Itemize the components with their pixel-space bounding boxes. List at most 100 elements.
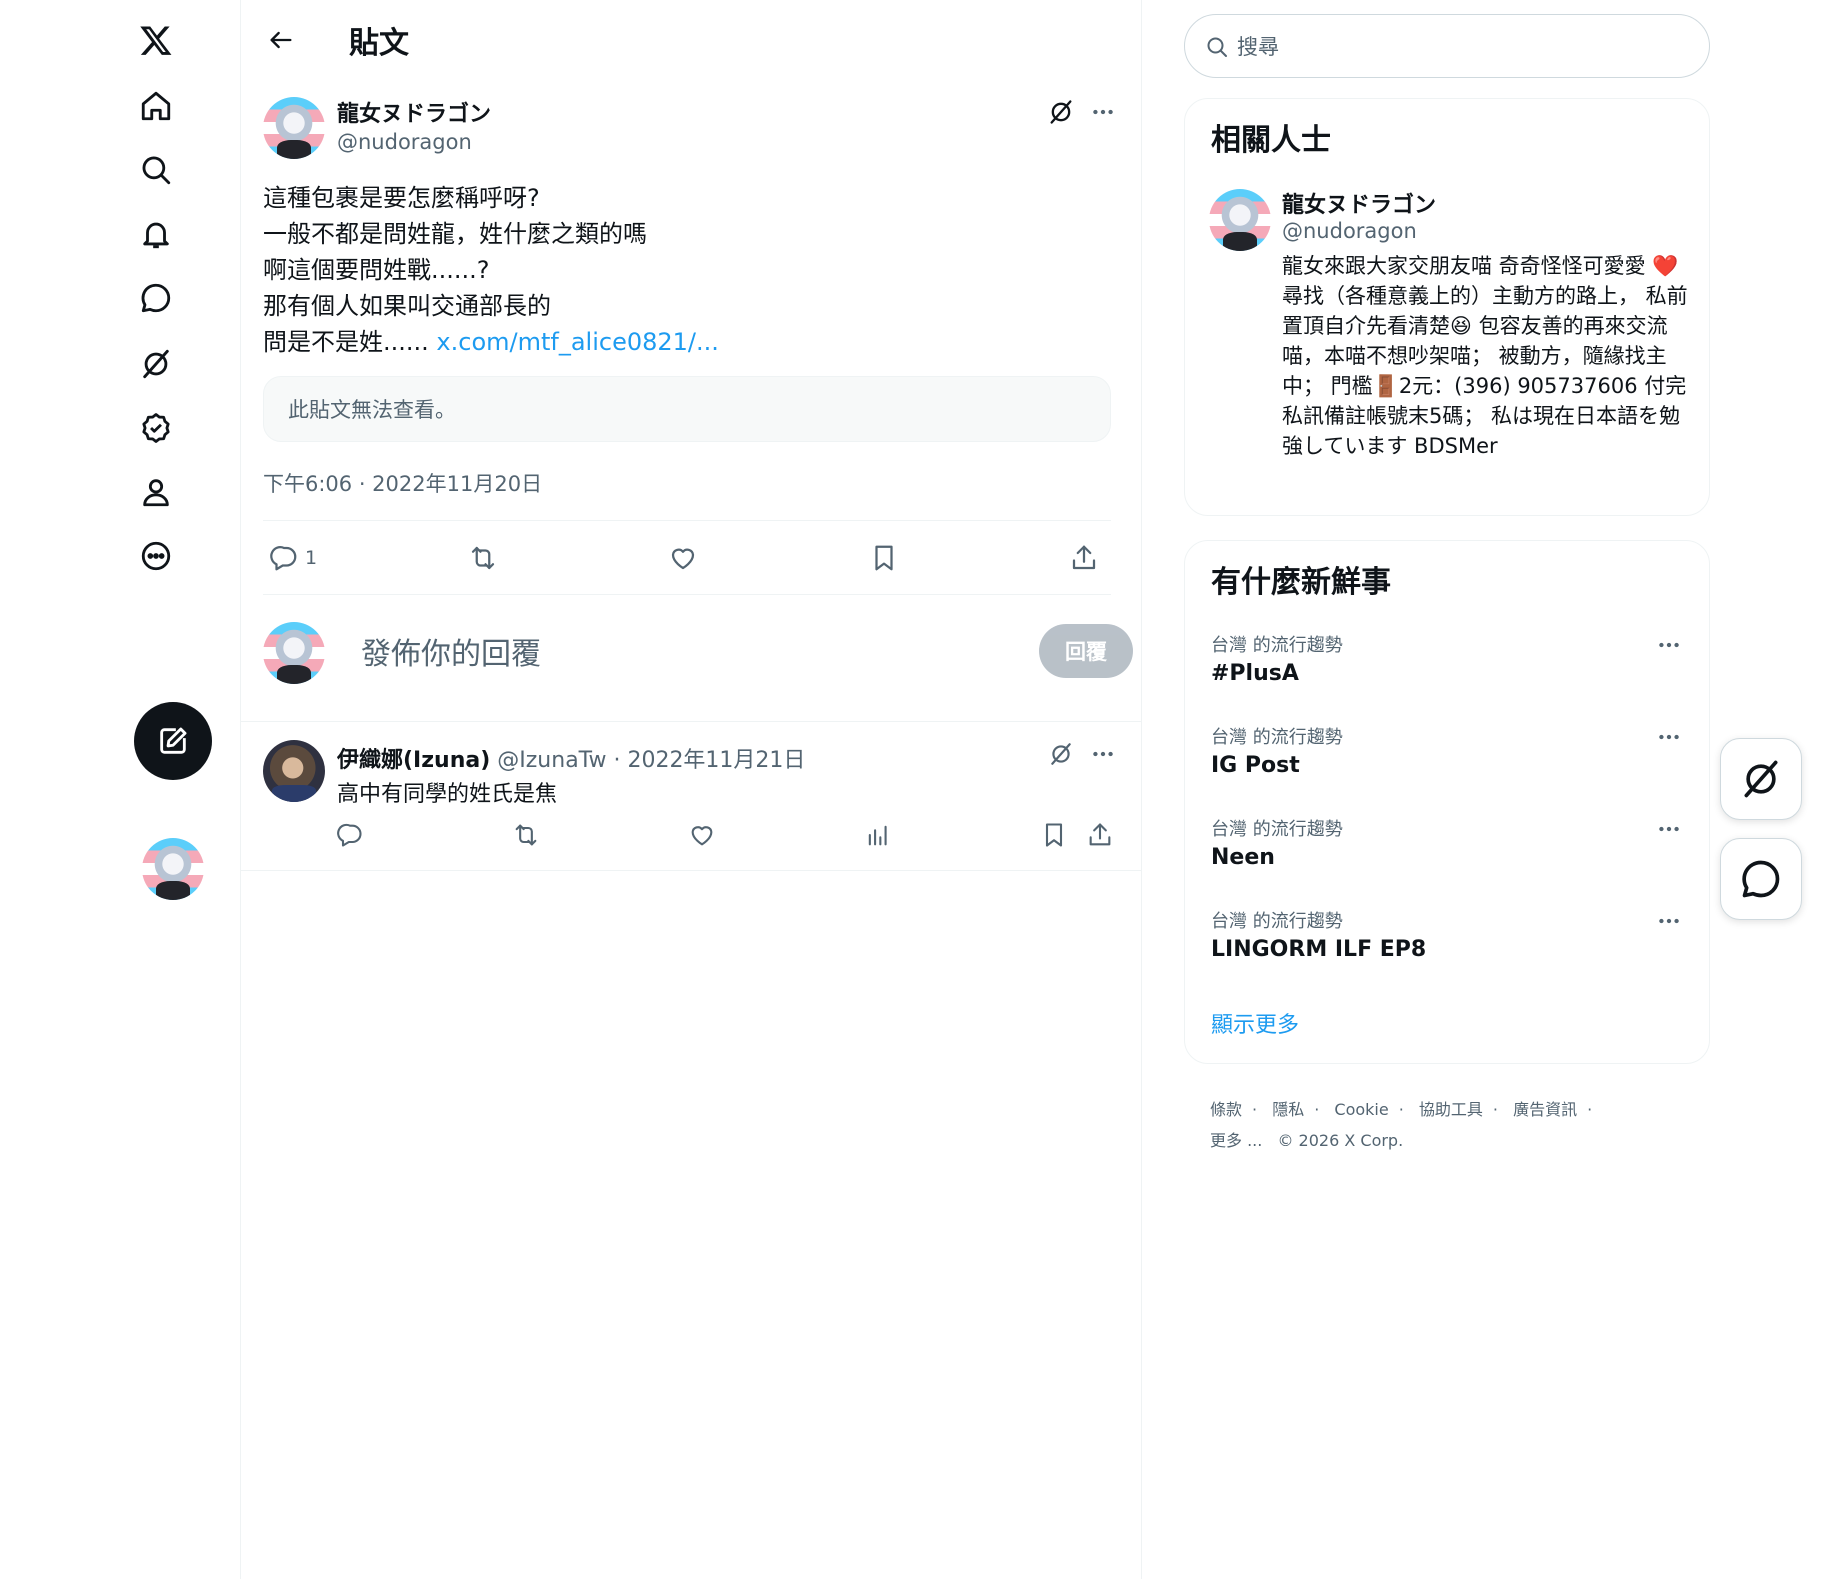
footer-link-ads-info[interactable]: 廣告資訊 [1513,1100,1577,1119]
trends-card: 有什麼新鮮事 台灣 的流行趨勢 #PlusA 台灣 的流行趨勢 IG Post … [1184,540,1710,1064]
grok-float-button[interactable] [1720,738,1802,820]
trend-meta: 台灣 的流行趨勢 [1211,819,1343,840]
trends-title: 有什麼新鮮事 [1211,565,1391,600]
divider [263,520,1111,521]
reply-text: 高中有同學的姓氏是焦 [337,782,558,807]
divider [263,594,1111,595]
reply-count: 1 [305,547,318,569]
search-input[interactable] [1235,27,1679,67]
bookmark-button[interactable] [869,540,899,576]
verified-badge-icon[interactable] [130,402,182,454]
footer-link-cookie[interactable]: Cookie [1334,1100,1388,1119]
search-icon [1207,37,1227,57]
footer: 條款 · 隱私 · Cookie · 協助工具 · 廣告資訊 · 更多 ... © 202… [1210,1100,1593,1150]
more-options-icon[interactable] [1653,907,1685,935]
bookmark-icon[interactable] [1037,818,1071,852]
share-icon [1072,545,1096,570]
topbar: 貼文 [241,0,1141,80]
trend-meta: 台灣 的流行趨勢 [1211,727,1343,748]
related-people-card: 相關人士 龍女ヌドラゴン @nudoragon 龍女來跟大家交朋友喵 奇奇怪怪可… [1184,98,1710,516]
search-box[interactable] [1184,14,1710,78]
chat-bubble-icon[interactable] [130,272,182,324]
footer-link-more[interactable]: 更多 ... [1210,1131,1262,1150]
trend-meta: 台灣 的流行趨勢 [1211,635,1343,656]
page-title: 貼文 [349,26,409,61]
repost-icon[interactable] [509,818,543,852]
trend-item[interactable]: 台灣 的流行趨勢 Neen [1211,815,1685,899]
profile-icon[interactable] [130,466,182,518]
grok-icon[interactable] [130,338,182,390]
more-options-icon[interactable] [1653,723,1685,751]
reply-icon[interactable] [333,818,367,852]
repost-button[interactable] [468,540,498,576]
author-name[interactable]: 龍女ヌドラゴン [337,96,491,128]
messages-float-button[interactable] [1720,838,1802,920]
footer-link-accessibility[interactable]: 協助工具 [1419,1100,1483,1119]
author-avatar[interactable] [263,97,325,159]
more-options-icon[interactable] [1653,815,1685,843]
more-circle-icon[interactable] [130,530,182,582]
post-line: 一般不都是問姓龍，姓什麼之類的嗎 [263,220,647,248]
post-link[interactable]: x.com/mtf_alice0821/... [436,328,718,356]
post-timestamp[interactable]: 下午6:06 · 2022年11月20日 [263,468,542,498]
reply-author-avatar[interactable] [263,740,325,802]
post-actions: 1 [263,530,1123,586]
trend-name: IG Post [1211,753,1300,778]
post-line: 這種包裹是要怎麼稱呼呀? [263,184,540,212]
trend-name: #PlusA [1211,661,1299,686]
more-options-icon[interactable] [1087,96,1119,128]
divider [241,870,1141,871]
heart-icon[interactable] [685,818,719,852]
show-more-link[interactable]: 顯示更多 [1211,1007,1299,1039]
related-name[interactable]: 龍女ヌドラゴン [1282,187,1436,219]
search-icon[interactable] [130,144,182,196]
reply-author-name[interactable]: 伊織娜(Izuna) [337,748,490,773]
post-line: 啊這個要問姓戰......? [263,256,490,284]
reply-composer: 回覆 [263,622,1133,684]
post-line: 問是不是姓...... [263,328,429,356]
author-handle[interactable]: @nudoragon [337,130,472,154]
reply-submit-button[interactable]: 回覆 [1039,624,1133,678]
x-logo-icon[interactable] [130,14,182,66]
chat-bubble-icon [1742,860,1780,898]
grok-icon[interactable] [1045,738,1077,770]
more-options-icon[interactable] [1653,631,1685,659]
compose-icon [160,727,187,754]
reply-meta[interactable]: @IzunaTw · 2022年11月21日 [490,748,805,773]
back-arrow-icon[interactable] [263,22,299,58]
main-column: 貼文 龍女ヌドラゴン @nudoragon 這種包裹是要怎麼稱呼呀? 一般不都是… [240,0,1142,1579]
trend-name: Neen [1211,845,1275,870]
composer-avatar [263,622,325,684]
reply-header: 伊織娜(Izuna) @IzunaTw · 2022年11月21日 [337,742,805,774]
post-line: 那有個人如果叫交通部長的 [263,292,551,320]
related-title: 相關人士 [1211,123,1331,158]
post-body: 這種包裹是要怎麼稱呼呀? 一般不都是問姓龍，姓什麼之類的嗎 啊這個要問姓戰...… [263,180,1123,360]
reply-input[interactable] [359,630,963,678]
footer-link-terms[interactable]: 條款 [1210,1100,1242,1119]
heart-icon [671,548,695,570]
related-avatar[interactable] [1209,189,1271,251]
trend-meta: 台灣 的流行趨勢 [1211,911,1343,932]
trend-item[interactable]: 台灣 的流行趨勢 LINGORM ILF EP8 [1211,907,1685,991]
trend-name: LINGORM ILF EP8 [1211,937,1427,962]
share-icon[interactable] [1083,818,1117,852]
account-avatar[interactable] [142,838,204,900]
share-button[interactable] [1069,540,1099,576]
more-options-icon[interactable] [1087,738,1119,770]
trend-item[interactable]: 台灣 的流行趨勢 IG Post [1211,723,1685,807]
grok-icon [1744,760,1778,798]
reply-button[interactable]: 1 [269,540,317,576]
repost-icon [471,546,495,570]
views-icon[interactable] [861,818,895,852]
trend-item[interactable]: 台灣 的流行趨勢 #PlusA [1211,631,1685,715]
footer-copyright: © 2026 X Corp. [1277,1131,1404,1150]
related-handle[interactable]: @nudoragon [1282,219,1417,243]
grok-icon[interactable] [1045,96,1077,128]
bell-icon[interactable] [130,208,182,260]
unavailable-notice: 此貼文無法查看。 [263,376,1111,442]
compose-button[interactable] [134,702,212,780]
like-button[interactable] [668,540,698,576]
footer-link-privacy[interactable]: 隱私 [1272,1100,1304,1119]
home-icon[interactable] [130,80,182,132]
reply-tweet[interactable]: 伊織娜(Izuna) @IzunaTw · 2022年11月21日 高中有同學的… [241,722,1141,870]
